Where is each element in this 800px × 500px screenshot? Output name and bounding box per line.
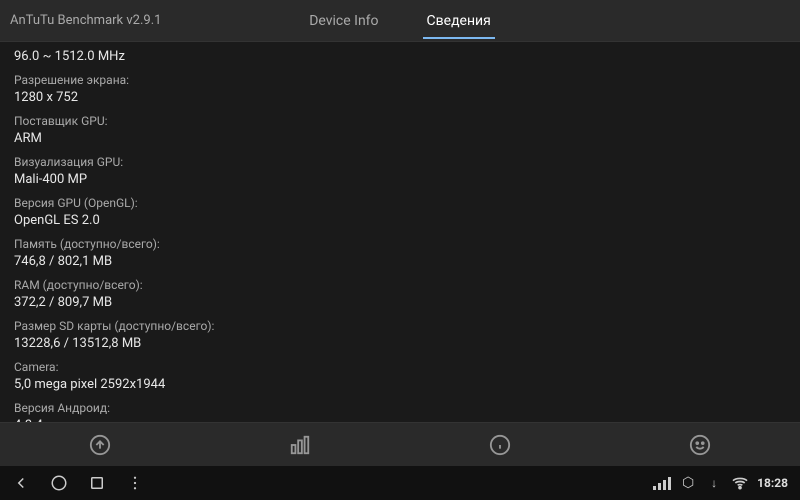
info-label-1: Разрешение экрана: <box>14 72 786 89</box>
toolbar-btn-info[interactable] <box>459 430 541 460</box>
info-label-5: Память (доступно/всего): <box>14 236 786 253</box>
info-label-8: Camera: <box>14 359 786 376</box>
back-button[interactable] <box>12 474 30 492</box>
info-row-6: RAM (доступно/всего): 372,2 / 809,7 MB <box>14 277 786 312</box>
info-row-0: 96.0 ~ 1512.0 MHz <box>14 48 786 66</box>
info-value-7: 13228,6 / 13512,8 MB <box>14 335 786 353</box>
info-row-9: Версия Андроид: 4.0.4 <box>14 400 786 422</box>
info-label-2: Поставщик GPU: <box>14 113 786 130</box>
info-label-6: RAM (доступно/всего): <box>14 277 786 294</box>
toolbar-btn-face[interactable] <box>659 430 741 460</box>
info-value-4: OpenGL ES 2.0 <box>14 212 786 230</box>
info-label-7: Размер SD карты (доступно/всего): <box>14 318 786 335</box>
nav-left <box>12 474 144 492</box>
info-value-2: ARM <box>14 130 786 148</box>
app-title: AnTuTu Benchmark v2.9.1 <box>10 13 161 28</box>
info-row-8: Camera: 5,0 mega pixel 2592x1944 <box>14 359 786 394</box>
info-row-5: Память (доступно/всего): 746,8 / 802,1 M… <box>14 236 786 271</box>
nav-bar: ⬡ ↓ 18:28 <box>0 466 800 500</box>
signal-indicator <box>653 476 671 490</box>
nav-right: ⬡ ↓ 18:28 <box>653 474 788 492</box>
info-row-3: Визуализация GPU: Mali-400 MP <box>14 154 786 189</box>
bluetooth-icon: ⬡ <box>679 474 697 492</box>
info-row-2: Поставщик GPU: ARM <box>14 113 786 148</box>
toolbar-btn-score[interactable] <box>59 430 141 460</box>
info-label-4: Версия GPU (OpenGL): <box>14 195 786 212</box>
content-area: 96.0 ~ 1512.0 MHz Разрешение экрана: 128… <box>0 42 800 422</box>
toolbar-btn-chart[interactable] <box>259 430 341 460</box>
tabs-container: Device Info Сведения <box>305 3 495 39</box>
tab-svedeniya[interactable]: Сведения <box>423 3 495 39</box>
info-value-1: 1280 x 752 <box>14 89 786 107</box>
info-value-5: 746,8 / 802,1 MB <box>14 253 786 271</box>
info-label-3: Визуализация GPU: <box>14 154 786 171</box>
info-row-4: Версия GPU (OpenGL): OpenGL ES 2.0 <box>14 195 786 230</box>
info-row-1: Разрешение экрана: 1280 x 752 <box>14 72 786 107</box>
info-value-8: 5,0 mega pixel 2592x1944 <box>14 376 786 394</box>
home-button[interactable] <box>50 474 68 492</box>
download-icon: ↓ <box>705 474 723 492</box>
tab-device-info[interactable]: Device Info <box>305 3 382 39</box>
info-row-7: Размер SD карты (доступно/всего): 13228,… <box>14 318 786 353</box>
recent-apps-button[interactable] <box>88 474 106 492</box>
info-label-9: Версия Андроид: <box>14 400 786 417</box>
info-value-0: 96.0 ~ 1512.0 MHz <box>14 48 786 66</box>
wifi-icon <box>731 474 749 492</box>
bottom-toolbar <box>0 422 800 466</box>
info-value-3: Mali-400 MP <box>14 171 786 189</box>
info-value-6: 372,2 / 809,7 MB <box>14 294 786 312</box>
clock: 18:28 <box>757 476 788 490</box>
menu-button[interactable] <box>126 474 144 492</box>
title-bar: AnTuTu Benchmark v2.9.1 Device Info Свед… <box>0 0 800 42</box>
